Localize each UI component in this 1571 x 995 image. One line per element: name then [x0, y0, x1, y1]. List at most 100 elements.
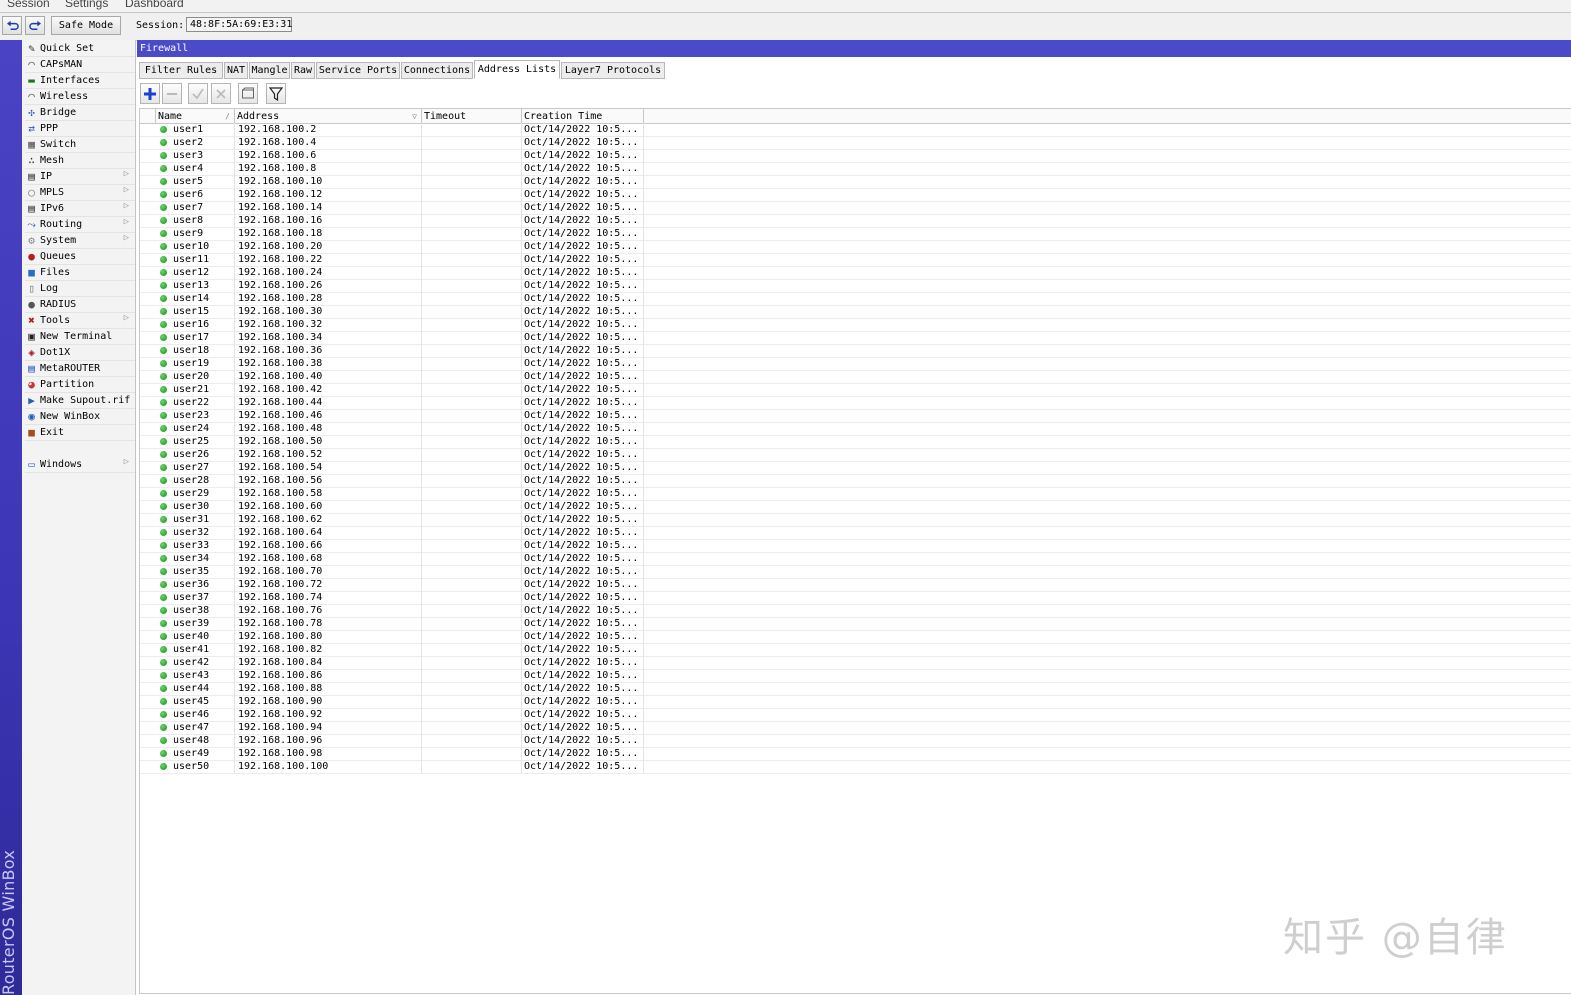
sidebar-item-routing[interactable]: ⤳ Routing ▷ [25, 217, 135, 233]
table-row[interactable]: user44 192.168.100.88 Oct/14/2022 10:5... [140, 682, 1571, 696]
table-row[interactable]: user26 192.168.100.52 Oct/14/2022 10:5... [140, 448, 1571, 462]
table-row[interactable]: user49 192.168.100.98 Oct/14/2022 10:5... [140, 747, 1571, 761]
table-row[interactable]: user27 192.168.100.54 Oct/14/2022 10:5... [140, 461, 1571, 475]
table-row[interactable]: user45 192.168.100.90 Oct/14/2022 10:5... [140, 695, 1571, 709]
comment-button[interactable] [238, 83, 258, 104]
header-name[interactable]: Name / [156, 109, 235, 123]
table-row[interactable]: user7 192.168.100.14 Oct/14/2022 10:5... [140, 201, 1571, 215]
disable-button[interactable] [211, 83, 231, 104]
header-address[interactable]: Address ▽ [235, 109, 422, 123]
sidebar-item-bridge[interactable]: ✣ Bridge [25, 105, 135, 121]
sidebar-item-wireless[interactable]: ◠ Wireless [25, 89, 135, 105]
table-row[interactable]: user37 192.168.100.74 Oct/14/2022 10:5... [140, 591, 1571, 605]
table-row[interactable]: user47 192.168.100.94 Oct/14/2022 10:5... [140, 721, 1571, 735]
filter-button[interactable] [266, 83, 286, 104]
tab-nat[interactable]: NAT [224, 62, 248, 79]
table-row[interactable]: user31 192.168.100.62 Oct/14/2022 10:5... [140, 513, 1571, 527]
sidebar-item-ip[interactable]: ▤ IP ▷ [25, 169, 135, 185]
enable-button[interactable] [188, 83, 208, 104]
sidebar-item-interfaces[interactable]: ▬ Interfaces [25, 73, 135, 89]
table-row[interactable]: user28 192.168.100.56 Oct/14/2022 10:5... [140, 474, 1571, 488]
sidebar-item-new-terminal[interactable]: ▣ New Terminal [25, 329, 135, 345]
header-creation-time[interactable]: Creation Time [522, 109, 644, 123]
session-field[interactable]: 48:8F:5A:69:E3:31 [186, 17, 292, 32]
table-row[interactable]: user50 192.168.100.100 Oct/14/2022 10:5... [140, 760, 1571, 774]
table-row[interactable]: user24 192.168.100.48 Oct/14/2022 10:5... [140, 422, 1571, 436]
sidebar-item-ipv6[interactable]: ▤ IPv6 ▷ [25, 201, 135, 217]
tab-filter-rules[interactable]: Filter Rules [139, 62, 223, 79]
table-row[interactable]: user35 192.168.100.70 Oct/14/2022 10:5... [140, 565, 1571, 579]
safe-mode-button[interactable]: Safe Mode [51, 16, 121, 35]
sidebar-item-windows[interactable]: ▭ Windows ▷ [25, 457, 135, 473]
table-row[interactable]: user9 192.168.100.18 Oct/14/2022 10:5... [140, 227, 1571, 241]
table-row[interactable]: user1 192.168.100.2 Oct/14/2022 10:5... [140, 123, 1571, 137]
sidebar-item-log[interactable]: ▯ Log [25, 281, 135, 297]
sidebar-item-files[interactable]: ■ Files [25, 265, 135, 281]
sidebar-item-dot1x[interactable]: ◈ Dot1X [25, 345, 135, 361]
table-row[interactable]: user22 192.168.100.44 Oct/14/2022 10:5... [140, 396, 1571, 410]
table-row[interactable]: user19 192.168.100.38 Oct/14/2022 10:5... [140, 357, 1571, 371]
table-row[interactable]: user43 192.168.100.86 Oct/14/2022 10:5... [140, 669, 1571, 683]
menu-settings[interactable]: Settings [65, 0, 108, 10]
table-row[interactable]: user2 192.168.100.4 Oct/14/2022 10:5... [140, 136, 1571, 150]
menu-session[interactable]: Session [7, 0, 50, 10]
tab-mangle[interactable]: Mangle [249, 62, 290, 79]
sidebar-item-mesh[interactable]: ∴ Mesh [25, 153, 135, 169]
table-row[interactable]: user25 192.168.100.50 Oct/14/2022 10:5... [140, 435, 1571, 449]
table-row[interactable]: user46 192.168.100.92 Oct/14/2022 10:5... [140, 708, 1571, 722]
sidebar-item-ppp[interactable]: ⇄ PPP [25, 121, 135, 137]
header-timeout[interactable]: Timeout [422, 109, 522, 123]
table-row[interactable]: user41 192.168.100.82 Oct/14/2022 10:5... [140, 643, 1571, 657]
sidebar-item-capsman[interactable]: ◠ CAPsMAN [25, 57, 135, 73]
table-row[interactable]: user23 192.168.100.46 Oct/14/2022 10:5... [140, 409, 1571, 423]
tab-connections[interactable]: Connections [401, 62, 473, 79]
table-row[interactable]: user40 192.168.100.80 Oct/14/2022 10:5... [140, 630, 1571, 644]
table-row[interactable]: user30 192.168.100.60 Oct/14/2022 10:5... [140, 500, 1571, 514]
table-row[interactable]: user4 192.168.100.8 Oct/14/2022 10:5... [140, 162, 1571, 176]
table-row[interactable]: user29 192.168.100.58 Oct/14/2022 10:5... [140, 487, 1571, 501]
tab-service-ports[interactable]: Service Ports [316, 62, 400, 79]
undo-button[interactable] [2, 16, 22, 35]
sidebar-item-metarouter[interactable]: ▤ MetaROUTER [25, 361, 135, 377]
sidebar-item-partition[interactable]: ◕ Partition [25, 377, 135, 393]
table-row[interactable]: user6 192.168.100.12 Oct/14/2022 10:5... [140, 188, 1571, 202]
sidebar-item-quick-set[interactable]: ✎ Quick Set [25, 41, 135, 57]
table-row[interactable]: user39 192.168.100.78 Oct/14/2022 10:5... [140, 617, 1571, 631]
sidebar-item-mpls[interactable]: ◯ MPLS ▷ [25, 185, 135, 201]
sidebar-item-new-winbox[interactable]: ◉ New WinBox [25, 409, 135, 425]
sidebar-item-make-supout-rif[interactable]: ▶ Make Supout.rif [25, 393, 135, 409]
add-button[interactable] [140, 83, 160, 104]
remove-button[interactable] [162, 83, 182, 104]
table-row[interactable]: user5 192.168.100.10 Oct/14/2022 10:5... [140, 175, 1571, 189]
table-row[interactable]: user36 192.168.100.72 Oct/14/2022 10:5... [140, 578, 1571, 592]
table-row[interactable]: user20 192.168.100.40 Oct/14/2022 10:5... [140, 370, 1571, 384]
table-row[interactable]: user10 192.168.100.20 Oct/14/2022 10:5... [140, 240, 1571, 254]
sidebar-item-system[interactable]: ⚙ System ▷ [25, 233, 135, 249]
table-row[interactable]: user3 192.168.100.6 Oct/14/2022 10:5... [140, 149, 1571, 163]
table-row[interactable]: user12 192.168.100.24 Oct/14/2022 10:5... [140, 266, 1571, 280]
table-row[interactable]: user33 192.168.100.66 Oct/14/2022 10:5... [140, 539, 1571, 553]
sidebar-item-switch[interactable]: ▦ Switch [25, 137, 135, 153]
sidebar-item-radius[interactable]: ● RADIUS [25, 297, 135, 313]
table-row[interactable]: user21 192.168.100.42 Oct/14/2022 10:5... [140, 383, 1571, 397]
table-row[interactable]: user13 192.168.100.26 Oct/14/2022 10:5... [140, 279, 1571, 293]
table-row[interactable]: user11 192.168.100.22 Oct/14/2022 10:5... [140, 253, 1571, 267]
tab-raw[interactable]: Raw [291, 62, 315, 79]
table-row[interactable]: user34 192.168.100.68 Oct/14/2022 10:5... [140, 552, 1571, 566]
redo-button[interactable] [25, 16, 45, 35]
tab-address-lists[interactable]: Address Lists [474, 60, 560, 79]
table-row[interactable]: user32 192.168.100.64 Oct/14/2022 10:5... [140, 526, 1571, 540]
table-row[interactable]: user42 192.168.100.84 Oct/14/2022 10:5... [140, 656, 1571, 670]
table-row[interactable]: user18 192.168.100.36 Oct/14/2022 10:5... [140, 344, 1571, 358]
sidebar-item-exit[interactable]: ■ Exit [25, 425, 135, 441]
sidebar-item-tools[interactable]: ✖ Tools ▷ [25, 313, 135, 329]
table-row[interactable]: user15 192.168.100.30 Oct/14/2022 10:5... [140, 305, 1571, 319]
table-row[interactable]: user16 192.168.100.32 Oct/14/2022 10:5... [140, 318, 1571, 332]
table-row[interactable]: user14 192.168.100.28 Oct/14/2022 10:5... [140, 292, 1571, 306]
table-row[interactable]: user17 192.168.100.34 Oct/14/2022 10:5... [140, 331, 1571, 345]
table-row[interactable]: user8 192.168.100.16 Oct/14/2022 10:5... [140, 214, 1571, 228]
tab-layer7-protocols[interactable]: Layer7 Protocols [561, 62, 665, 79]
menu-dashboard[interactable]: Dashboard [125, 0, 184, 10]
table-row[interactable]: user48 192.168.100.96 Oct/14/2022 10:5... [140, 734, 1571, 748]
sidebar-item-queues[interactable]: ● Queues [25, 249, 135, 265]
